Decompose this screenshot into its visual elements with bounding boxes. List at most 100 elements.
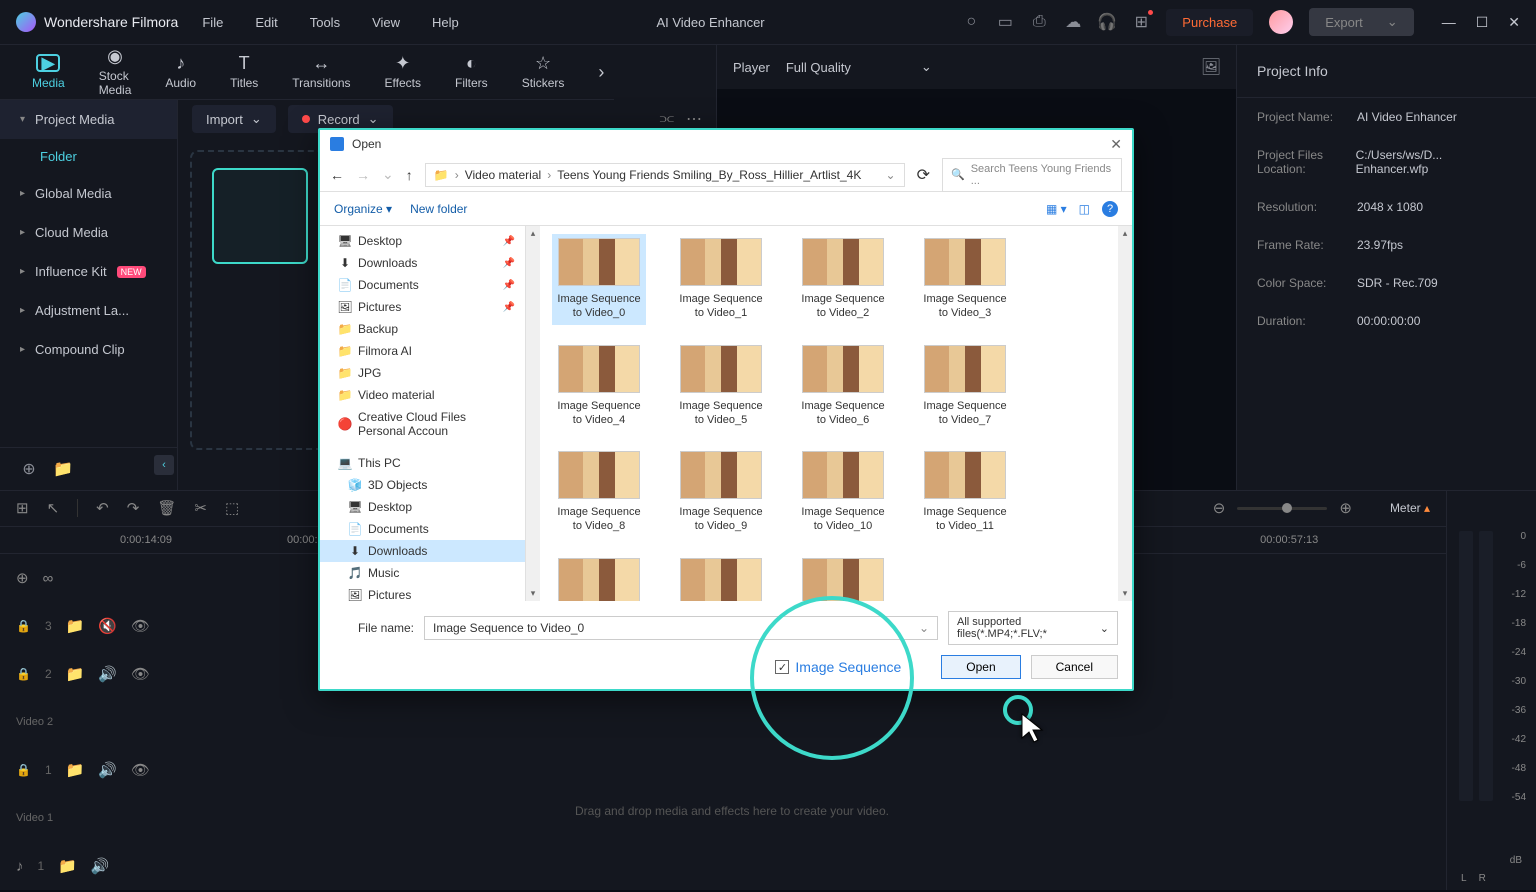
zoom-out-icon[interactable]: ⊖ <box>1213 499 1226 517</box>
chevron-down-icon[interactable]: ⌄ <box>886 168 896 182</box>
image-sequence-checkbox[interactable]: ✓ Image Sequence <box>775 659 901 675</box>
file-item[interactable]: Image Sequence to Video_1 <box>674 234 768 325</box>
link-icon[interactable]: ∞ <box>43 570 54 587</box>
file-item[interactable]: Image Sequence to Video_0 <box>552 234 646 325</box>
menu-tools[interactable]: Tools <box>310 15 340 30</box>
file-item[interactable]: Image Sequence to Video_9 <box>674 447 768 538</box>
lock-icon[interactable]: 🔒 <box>16 763 31 777</box>
file-item[interactable]: Image Sequence to Video_5 <box>674 341 768 432</box>
menu-edit[interactable]: Edit <box>255 15 277 30</box>
sidebar-collapse-button[interactable]: ‹ <box>154 455 174 475</box>
dialog-close-button[interactable]: ✕ <box>1110 136 1122 153</box>
eye-icon[interactable]: 👁 <box>131 665 150 683</box>
tree-item[interactable]: 🖥Desktop📌 <box>320 230 525 252</box>
files-scrollbar[interactable]: ▴▾ <box>1118 226 1132 601</box>
add-folder-icon[interactable]: ⊕ <box>20 460 38 478</box>
breadcrumb-segment[interactable]: Teens Young Friends Smiling_By_Ross_Hill… <box>557 168 861 182</box>
snapshot-icon[interactable]: 🖼 <box>1202 58 1220 76</box>
track-video-1[interactable]: 🔒1📁🔊👁 <box>0 746 1446 794</box>
save-icon[interactable]: ⎙ <box>1030 13 1048 31</box>
tab-stickers[interactable]: ☆Stickers <box>522 54 565 90</box>
tab-transitions[interactable]: ↔Transitions <box>292 54 350 90</box>
filter-icon[interactable]: ⫗ <box>660 110 674 128</box>
tree-item[interactable]: 🖼Pictures <box>320 584 525 601</box>
open-button[interactable]: Open <box>941 655 1020 679</box>
folder-icon[interactable]: 📁 <box>66 665 85 683</box>
help-button[interactable]: ? <box>1102 201 1118 217</box>
folder-tree[interactable]: 🖥Desktop📌⬇Downloads📌📄Documents📌🖼Pictures… <box>320 226 526 601</box>
refresh-button[interactable]: ⟳ <box>917 165 930 185</box>
close-button[interactable]: ✕ <box>1508 14 1520 31</box>
cancel-button[interactable]: Cancel <box>1031 655 1118 679</box>
minimize-button[interactable]: — <box>1442 14 1456 31</box>
file-item[interactable]: Image Sequence to Video_10 <box>796 447 890 538</box>
file-item[interactable]: Image Sequence to Video_3 <box>918 234 1012 325</box>
eye-icon[interactable]: 👁 <box>131 617 150 635</box>
tab-titles[interactable]: TTitles <box>230 54 258 90</box>
mute-icon[interactable]: 🔇 <box>98 617 117 635</box>
lock-icon[interactable]: 🔒 <box>16 667 31 681</box>
sidebar-item-influence-kit[interactable]: ▸Influence KitNEW <box>0 252 177 291</box>
tree-item[interactable]: 📄Documents <box>320 518 525 540</box>
circle-icon[interactable]: ○ <box>962 13 980 31</box>
file-list[interactable]: Image Sequence to Video_0 Image Sequence … <box>540 226 1118 601</box>
tree-item[interactable]: ⬇Downloads📌 <box>320 252 525 274</box>
headphones-icon[interactable]: 🎧 <box>1098 13 1116 31</box>
purchase-button[interactable]: Purchase <box>1166 9 1253 36</box>
file-item[interactable]: Image Sequence to Video_8 <box>552 447 646 538</box>
file-item[interactable]: Image Sequence to Video_6 <box>796 341 890 432</box>
undo-icon[interactable]: ↶ <box>96 499 109 517</box>
chevron-down-icon[interactable]: ⌄ <box>919 621 929 635</box>
menu-help[interactable]: Help <box>432 15 459 30</box>
folder-icon[interactable]: 📁 <box>66 761 85 779</box>
tab-media[interactable]: ▶Media <box>32 54 65 90</box>
export-button[interactable]: Export⌄ <box>1309 8 1413 36</box>
nav-recent-button[interactable]: ⌄ <box>382 166 394 183</box>
redo-icon[interactable]: ↷ <box>127 499 140 517</box>
tree-item[interactable]: 📁Backup <box>320 318 525 340</box>
sidebar-item-global-media[interactable]: ▸Global Media <box>0 174 177 213</box>
lock-icon[interactable]: 🔒 <box>16 619 31 633</box>
sidebar-item-cloud-media[interactable]: ▸Cloud Media <box>0 213 177 252</box>
volume-icon[interactable]: 🔊 <box>98 761 117 779</box>
nav-back-button[interactable]: ← <box>330 167 344 183</box>
search-input[interactable]: 🔍Search Teens Young Friends ... <box>942 158 1122 192</box>
nav-forward-button[interactable]: → <box>356 167 370 183</box>
file-item[interactable]: Image Sequence to Video_13 <box>674 554 768 601</box>
tree-item[interactable]: 🖼Pictures📌 <box>320 296 525 318</box>
sidebar-item-compound-clip[interactable]: ▸Compound Clip <box>0 330 177 369</box>
tree-item[interactable]: 💻This PC <box>320 452 525 474</box>
cloud-icon[interactable]: ☁ <box>1064 13 1082 31</box>
sidebar-item-project-media[interactable]: ▾Project Media <box>0 100 177 139</box>
player-quality-dropdown[interactable]: Full Quality⌄ <box>786 59 932 75</box>
zoom-slider[interactable] <box>1237 507 1327 510</box>
cursor-icon[interactable]: ↖ <box>47 499 60 517</box>
volume-icon[interactable]: 🔊 <box>98 665 117 683</box>
file-item[interactable]: Image Sequence to Video_14 <box>796 554 890 601</box>
filename-input[interactable]: Image Sequence to Video_0⌄ <box>424 616 938 640</box>
organize-button[interactable]: Organize ▾ <box>334 202 392 216</box>
breadcrumb[interactable]: 📁 › Video material › Teens Young Friends… <box>425 163 905 187</box>
new-folder-button[interactable]: New folder <box>410 202 467 216</box>
sidebar-folder[interactable]: Folder <box>0 139 177 174</box>
track-audio-1[interactable]: ♪1📁🔊 <box>0 842 1446 890</box>
menu-file[interactable]: File <box>202 15 223 30</box>
tabs-scroll-right[interactable]: › <box>598 62 604 83</box>
eye-icon[interactable]: 👁 <box>131 761 150 779</box>
add-track-icon[interactable]: ⊕ <box>16 569 29 587</box>
tab-audio[interactable]: ♪Audio <box>165 54 196 90</box>
maximize-button[interactable]: ☐ <box>1476 14 1489 31</box>
tab-filters[interactable]: ◐Filters <box>455 54 488 90</box>
grid-icon[interactable]: ⊞ <box>16 499 29 517</box>
folder-icon[interactable]: 📁 <box>58 857 77 875</box>
filetype-dropdown[interactable]: All supported files(*.MP4;*.FLV;*⌄ <box>948 611 1118 645</box>
audio-track-icon[interactable]: ♪ <box>16 858 24 875</box>
tree-item[interactable]: 📄Documents📌 <box>320 274 525 296</box>
tree-item[interactable]: 📁JPG <box>320 362 525 384</box>
tree-item[interactable]: 🎵Music <box>320 562 525 584</box>
preview-pane-button[interactable]: ◫ <box>1079 202 1090 216</box>
tree-scrollbar[interactable]: ▴▾ <box>526 226 540 601</box>
tab-effects[interactable]: ✦Effects <box>385 54 421 90</box>
delete-icon[interactable]: 🗑 <box>157 499 176 517</box>
file-item[interactable]: Image Sequence to Video_7 <box>918 341 1012 432</box>
